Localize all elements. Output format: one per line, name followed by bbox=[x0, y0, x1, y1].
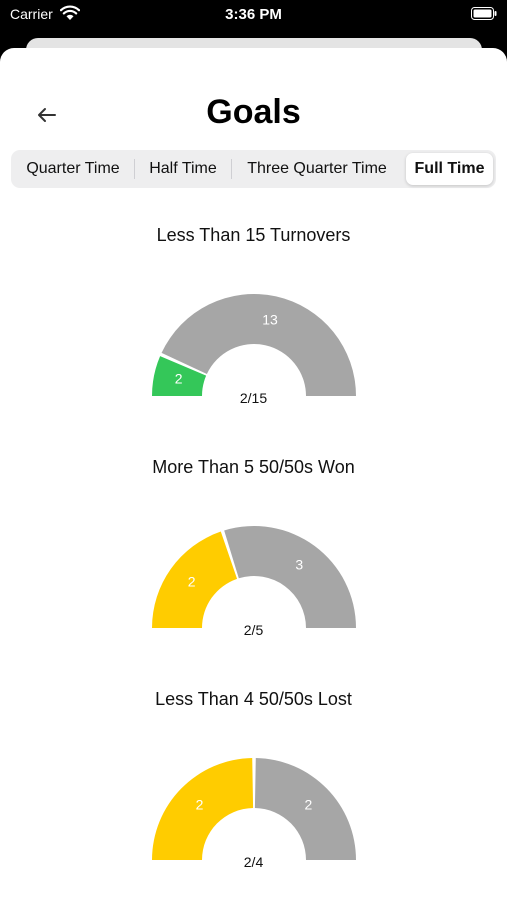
gauge-achieved-label: 2 bbox=[196, 796, 204, 812]
gauge-achieved-label: 2 bbox=[188, 573, 196, 589]
tab-half-time[interactable]: Half Time bbox=[135, 150, 231, 188]
goal-gauge: 2 3 bbox=[152, 526, 356, 628]
gauge-ratio: 2/15 bbox=[239, 390, 268, 406]
tab-three-quarter-time[interactable]: Three Quarter Time bbox=[232, 150, 402, 188]
tab-quarter-time[interactable]: Quarter Time bbox=[13, 150, 133, 188]
goal-title: More Than 5 50/50s Won bbox=[152, 457, 355, 477]
goal-title: Less Than 15 Turnovers bbox=[156, 225, 351, 245]
battery-icon bbox=[471, 7, 497, 20]
gauge-achieved-label: 2 bbox=[175, 371, 183, 387]
gauge-remaining-segment bbox=[224, 526, 356, 628]
gauge-ratio: 2/5 bbox=[243, 622, 264, 638]
goal-gauge: 2 2 bbox=[152, 758, 356, 860]
gauge-remaining-label: 13 bbox=[262, 311, 278, 327]
gauge-remaining-label: 3 bbox=[295, 556, 303, 572]
tab-full-time[interactable]: Full Time bbox=[406, 153, 493, 185]
gauge-remaining-label: 2 bbox=[305, 796, 313, 812]
page-title: Goals bbox=[206, 93, 301, 131]
goal-title: Less Than 4 50/50s Lost bbox=[155, 689, 352, 709]
period-segmented-control: Quarter Time Half Time Three Quarter Tim… bbox=[11, 150, 496, 188]
clock: 3:36 PM bbox=[225, 6, 282, 23]
goal-gauge: 2 13 bbox=[152, 293, 356, 396]
gauge-ratio: 2/4 bbox=[243, 854, 264, 870]
status-bar: Carrier 3:36 PM bbox=[0, 0, 507, 30]
